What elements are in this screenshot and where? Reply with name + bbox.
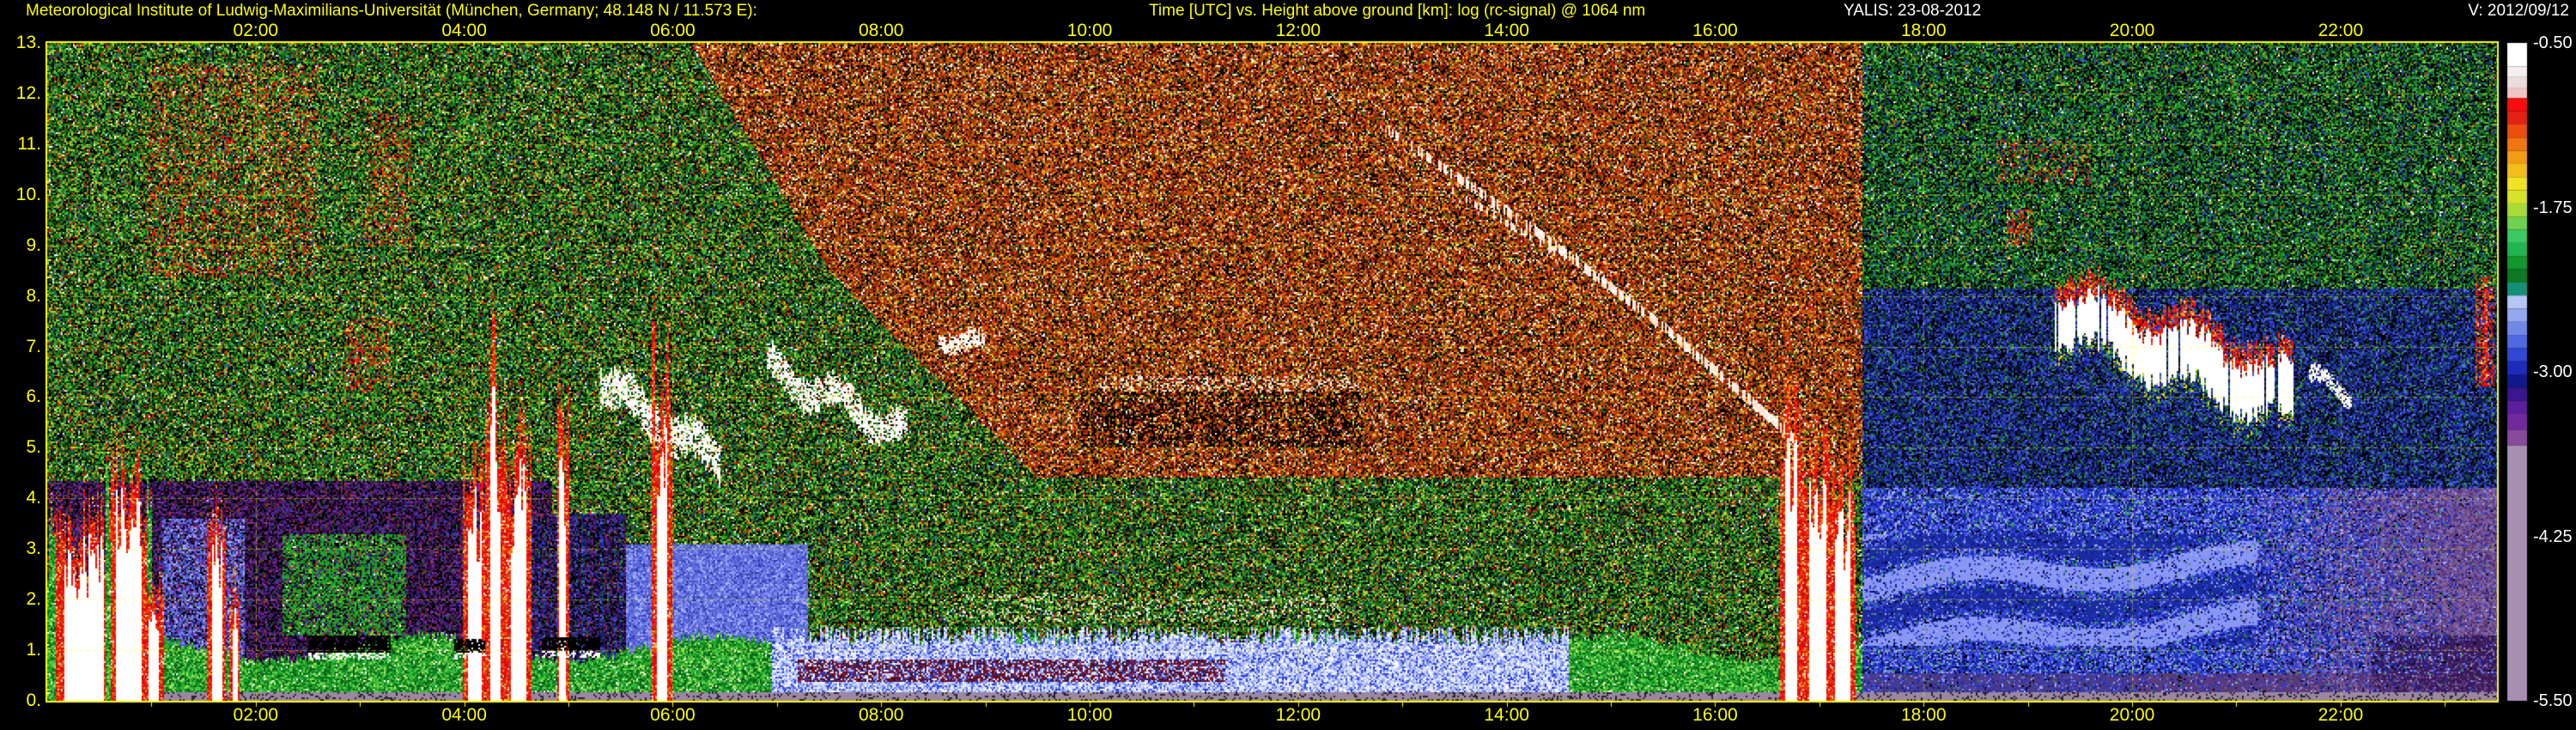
time-tick-label-top: 04:00: [441, 21, 487, 40]
time-tick-label-bottom: 18:00: [1900, 705, 1947, 725]
time-tick-label-top: 06:00: [650, 21, 696, 40]
colorbar-tick-label: -4.25: [2533, 526, 2573, 546]
time-tick-label-bottom: 22:00: [2318, 705, 2364, 725]
lidar-quicklook-screen: { "header": { "institute": "Meteorologic…: [0, 0, 2576, 730]
time-tick-label-top: 08:00: [858, 21, 904, 40]
height-tick-label: 0.: [26, 690, 41, 710]
time-tick-label-top: 20:00: [2109, 21, 2155, 40]
time-tick-label-bottom: 10:00: [1066, 705, 1113, 725]
time-tick-label-top: 02:00: [233, 21, 279, 40]
height-tick-label: 2.: [26, 589, 41, 610]
time-tick-label-bottom: 04:00: [441, 705, 487, 725]
height-tick-label: 6.: [26, 386, 41, 407]
time-tick-label-top: 16:00: [1692, 21, 1738, 40]
institute-title: Meteorological Institute of Ludwig-Maxim…: [26, 2, 757, 20]
lidar-heatmap-canvas: [0, 0, 2576, 730]
time-tick-label-bottom: 16:00: [1692, 705, 1738, 725]
height-tick-label: 10.: [15, 184, 41, 204]
time-tick-label-bottom: 14:00: [1484, 705, 1529, 725]
time-tick-label-bottom: 08:00: [858, 705, 904, 725]
time-tick-label-bottom: 20:00: [2109, 705, 2155, 725]
time-tick-label-top: 18:00: [1900, 21, 1947, 40]
time-tick-label-top: 22:00: [2318, 21, 2364, 40]
height-tick-label: 5.: [26, 437, 41, 458]
instrument-date-label: YALIS: 23-08-2012: [1844, 2, 1982, 20]
colorbar-tick-label: -0.50: [2533, 33, 2573, 52]
height-tick-label: 9.: [26, 234, 41, 255]
colorbar-tick-label: -1.75: [2533, 198, 2573, 217]
height-tick-label: 8.: [26, 285, 41, 306]
time-tick-label-bottom: 12:00: [1275, 705, 1321, 725]
time-tick-label-top: 12:00: [1275, 21, 1321, 40]
colorbar-tick-label: -3.00: [2533, 362, 2573, 381]
height-tick-label: 13.: [15, 33, 41, 52]
time-tick-label-top: 10:00: [1066, 21, 1113, 40]
height-tick-label: 3.: [26, 538, 41, 559]
height-tick-label: 12.: [15, 82, 41, 103]
time-tick-label-bottom: 06:00: [650, 705, 696, 725]
height-tick-label: 11.: [17, 133, 41, 154]
time-tick-label-bottom: 02:00: [233, 705, 279, 725]
time-tick-label-top: 14:00: [1484, 21, 1529, 40]
colorbar-tick-label: -5.50: [2533, 691, 2573, 710]
plot-title: Time [UTC] vs. Height above ground [km]:…: [1149, 2, 1646, 20]
height-tick-label: 1.: [26, 640, 41, 660]
version-label: V: 2012/09/12: [2468, 2, 2569, 20]
height-tick-label: 7.: [26, 336, 41, 356]
height-tick-label: 4.: [26, 488, 41, 508]
